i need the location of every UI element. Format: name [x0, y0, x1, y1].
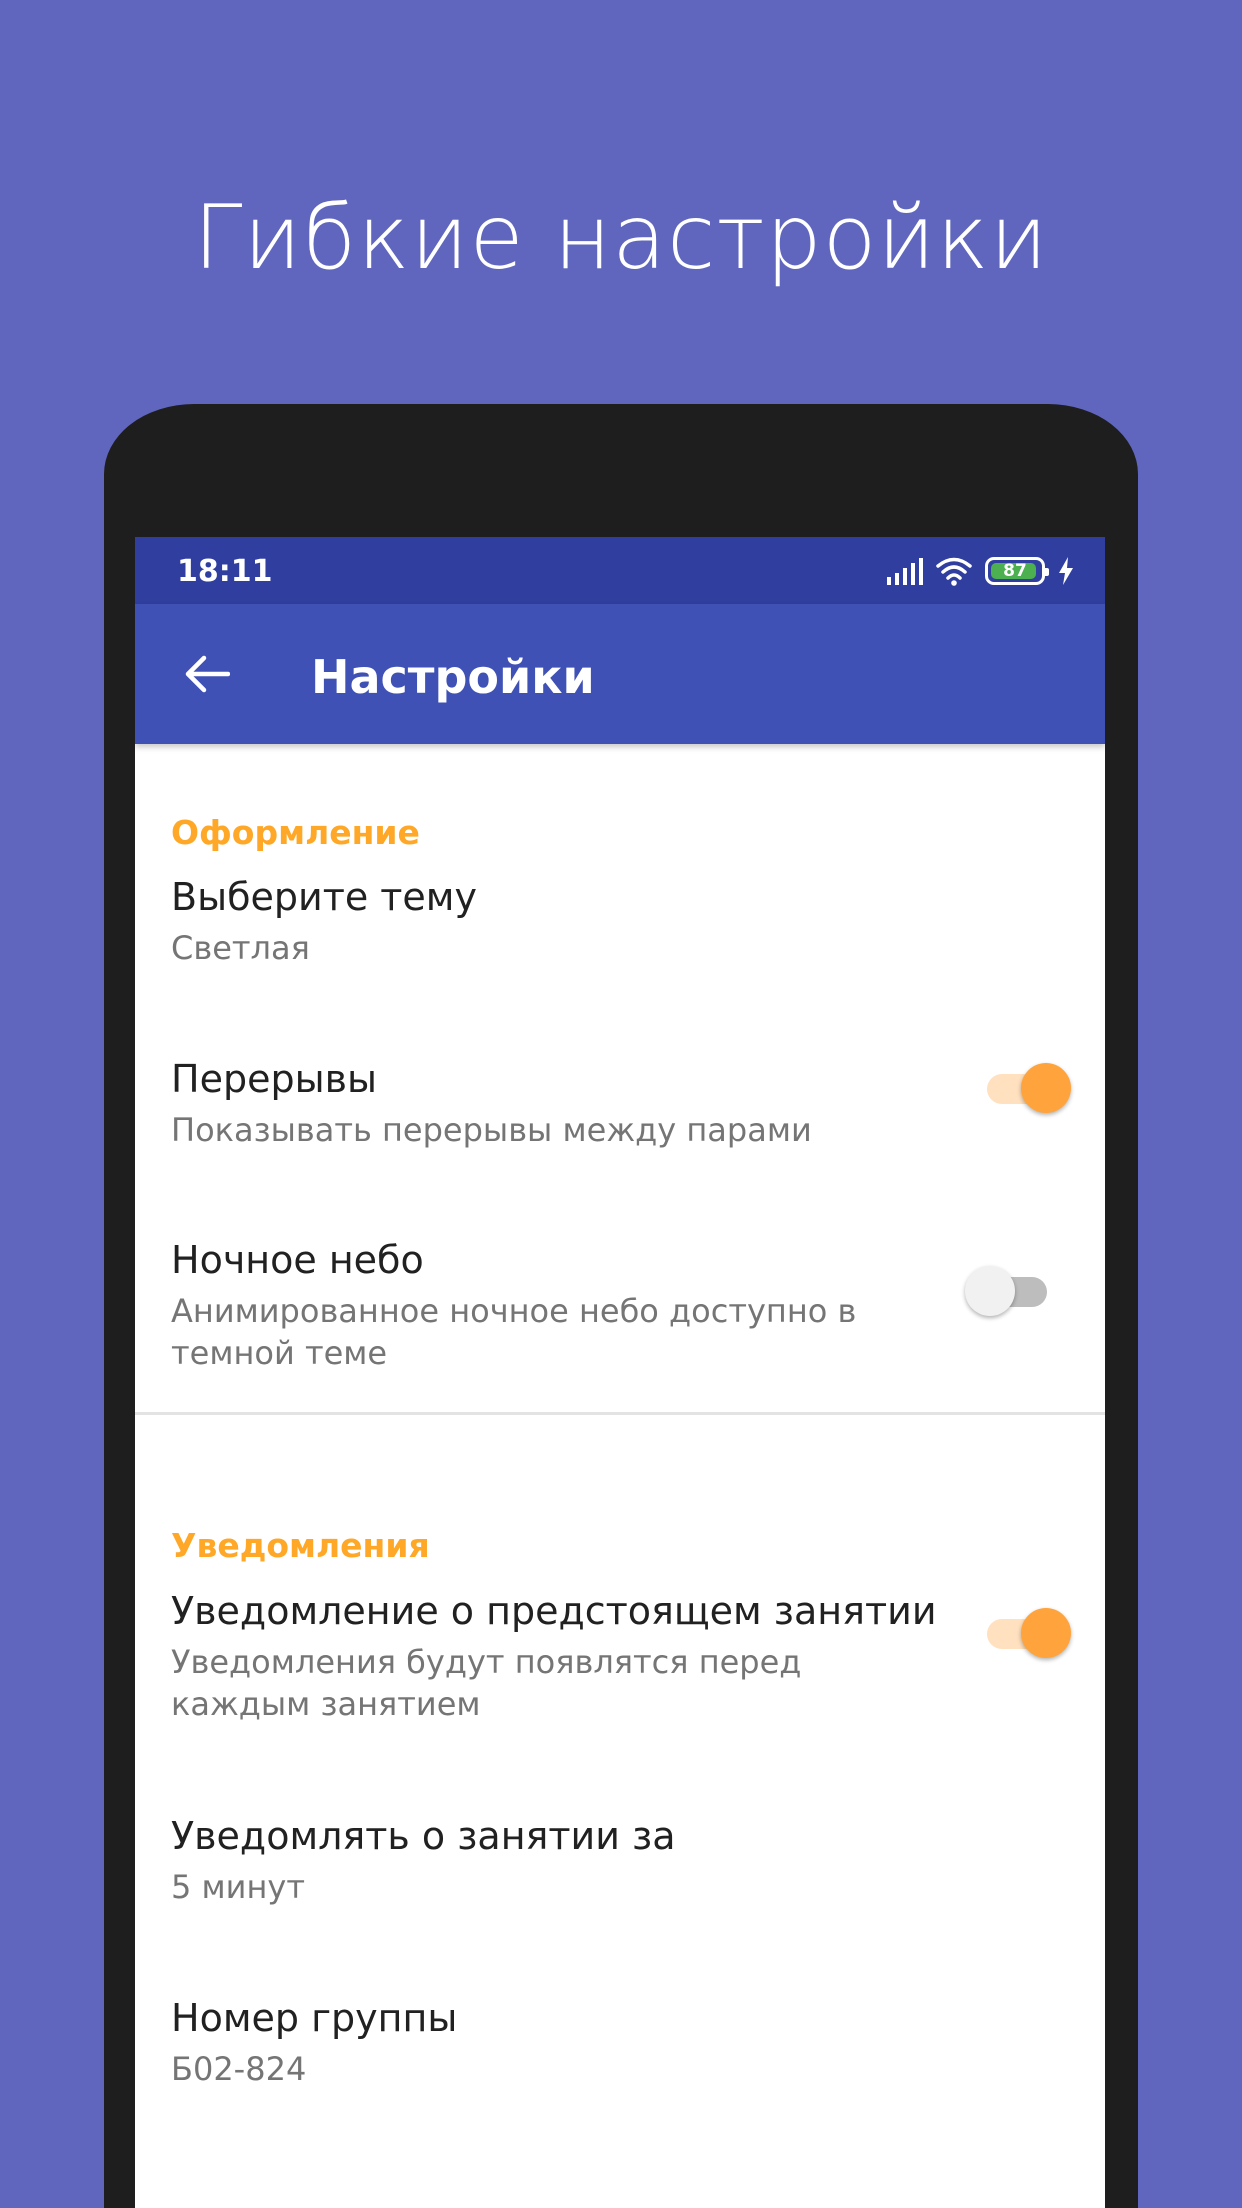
setting-night-sky-title: Ночное небо — [171, 1238, 424, 1282]
promo-screenshot: Гибкие настройки 18:11 87 Настройки Офор… — [0, 0, 1242, 2208]
setting-upcoming-title: Уведомление о предстоящем занятии — [171, 1589, 937, 1633]
setting-group-summary: Б02-824 — [171, 2050, 307, 2088]
battery-icon: 87 — [985, 557, 1049, 585]
setting-night-sky[interactable]: Ночное небо Анимированное ночное небо до… — [135, 1238, 1105, 1378]
arrow-back-icon — [185, 655, 230, 693]
setting-night-sky-summary: Анимированное ночное небо доступно в тем… — [171, 1292, 857, 1372]
section-divider — [135, 1412, 1105, 1415]
setting-notify-before-summary: 5 минут — [171, 1868, 305, 1906]
section-header-appearance: Оформление — [171, 813, 420, 852]
promo-headline: Гибкие настройки — [193, 186, 1049, 289]
breaks-toggle[interactable] — [983, 1059, 1071, 1115]
status-icons: 87 — [887, 553, 1075, 589]
setting-group-number[interactable]: Номер группы Б02-824 — [135, 1996, 1105, 2106]
setting-group-title: Номер группы — [171, 1996, 458, 2040]
battery-level: 87 — [1003, 561, 1027, 581]
setting-theme-summary: Светлая — [171, 929, 310, 967]
status-time: 18:11 — [177, 554, 273, 589]
page-title: Настройки — [311, 650, 595, 704]
back-button[interactable] — [175, 642, 239, 706]
charging-icon — [1059, 557, 1073, 585]
setting-breaks[interactable]: Перерывы Показывать перерывы между парам… — [135, 1057, 1105, 1167]
upcoming-notification-toggle[interactable] — [983, 1604, 1071, 1660]
night-sky-toggle[interactable] — [965, 1262, 1051, 1318]
phone-screen: 18:11 87 Настройки Оформление Выберите т… — [135, 537, 1105, 2208]
setting-upcoming-summary: Уведомления будут появлятся перед каждым… — [171, 1643, 802, 1723]
signal-icon — [887, 557, 923, 585]
setting-notify-before-title: Уведомлять о занятии за — [171, 1814, 676, 1858]
setting-theme-title: Выберите тему — [171, 875, 477, 919]
setting-breaks-title: Перерывы — [171, 1057, 377, 1101]
setting-upcoming-notification[interactable]: Уведомление о предстоящем занятии Уведом… — [135, 1589, 1105, 1729]
setting-notify-before[interactable]: Уведомлять о занятии за 5 минут — [135, 1814, 1105, 1924]
app-bar: Настройки — [135, 604, 1105, 744]
wifi-icon — [936, 557, 972, 586]
section-header-notifications: Уведомления — [171, 1526, 430, 1565]
setting-theme[interactable]: Выберите тему Светлая — [135, 875, 1105, 985]
setting-breaks-summary: Показывать перерывы между парами — [171, 1111, 812, 1149]
status-bar: 18:11 87 — [135, 537, 1105, 604]
